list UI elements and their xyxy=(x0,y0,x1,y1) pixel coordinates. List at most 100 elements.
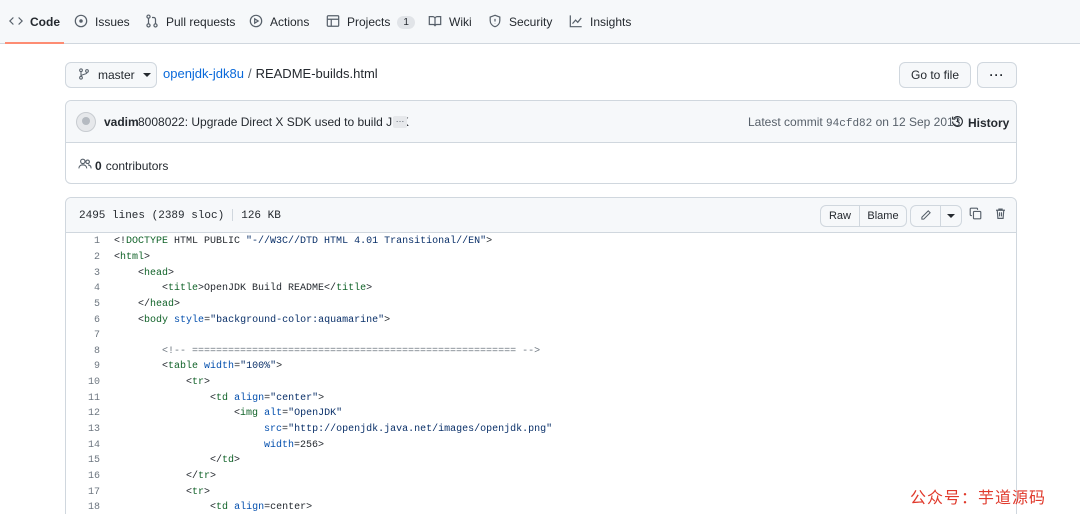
code-line: 16 </tr> xyxy=(66,469,1016,485)
code-text: src="http://openjdk.java.net/images/open… xyxy=(264,424,553,435)
delete-button[interactable] xyxy=(994,207,1008,221)
edit-button[interactable] xyxy=(910,205,941,227)
code-line: 10 <tr> xyxy=(66,375,1016,391)
go-to-file-button[interactable]: Go to file xyxy=(899,62,971,88)
commit-sha[interactable]: 94cfd82 xyxy=(826,118,872,130)
edit-dropdown-button[interactable] xyxy=(940,205,962,227)
contributors-label: contributors xyxy=(105,158,169,173)
line-number[interactable]: 4 xyxy=(66,283,100,294)
breadcrumb-separator: / xyxy=(247,66,252,81)
repo-nav: Code Issues Pull requests Actions Projec… xyxy=(0,0,1080,44)
code-text: <td align=center> xyxy=(114,502,313,514)
line-number[interactable]: 1 xyxy=(66,236,100,247)
tab-code[interactable]: Code xyxy=(5,0,64,44)
latest-commit-info: Latest commit 94cfd82 on 12 Sep 2013 xyxy=(748,115,960,130)
chevron-down-icon xyxy=(142,73,151,77)
code-line: 17 <tr> xyxy=(66,484,1016,500)
line-number[interactable]: 9 xyxy=(66,361,100,372)
line-number[interactable]: 18 xyxy=(66,502,100,513)
tab-actions[interactable]: Actions xyxy=(249,0,309,44)
code-text: <body style="background-color:aquamarine… xyxy=(114,314,391,326)
book-icon xyxy=(428,14,449,31)
code-text: </td> xyxy=(114,455,241,467)
code-text: width=256> xyxy=(264,439,325,451)
line-number[interactable]: 15 xyxy=(66,455,100,466)
line-number[interactable]: 2 xyxy=(66,252,100,263)
file-size: 126 KB xyxy=(241,209,281,222)
tab-label: Actions xyxy=(270,15,310,29)
code-text: <table width="100%"> xyxy=(114,361,283,373)
tab-insights[interactable]: Insights xyxy=(569,0,631,44)
code-view: 1 <!DOCTYPE HTML PUBLIC "-//W3C//DTD HTML… xyxy=(66,234,1016,514)
tab-projects[interactable]: Projects 1 xyxy=(326,0,415,44)
pull-request-icon xyxy=(145,13,166,31)
chevron-down-icon xyxy=(947,214,955,218)
line-number[interactable]: 7 xyxy=(66,330,100,341)
tab-label: Insights xyxy=(590,15,632,29)
file-header: 2495 lines (2389 sloc) 126 KB Raw Blame xyxy=(66,198,1016,233)
contributors-count: 0 xyxy=(95,158,102,173)
commit-box: vadim 8008022: Upgrade Direct X SDK used… xyxy=(65,100,1017,184)
code-text: <html> xyxy=(114,251,151,263)
file-name: README-builds.html xyxy=(255,66,378,81)
line-number[interactable]: 12 xyxy=(66,408,100,419)
history-link[interactable]: History xyxy=(951,115,1009,131)
tab-label: Security xyxy=(509,15,553,29)
code-text: </tr> xyxy=(114,470,217,482)
history-label: History xyxy=(968,116,1010,130)
line-number[interactable]: 17 xyxy=(66,487,100,498)
raw-button[interactable]: Raw xyxy=(820,205,860,227)
tab-label: Code xyxy=(30,15,60,29)
expand-commit-button[interactable]: … xyxy=(393,115,407,128)
code-text: <!DOCTYPE HTML PUBLIC "-//W3C//DTD HTML … xyxy=(114,236,493,248)
line-number[interactable]: 16 xyxy=(66,471,100,482)
breadcrumb: openjdk-jdk8u / README-builds.html xyxy=(163,66,378,81)
file-lines: 2495 lines (2389 sloc) xyxy=(79,209,225,222)
more-options-button[interactable]: ··· xyxy=(977,62,1017,88)
file-box: 2495 lines (2389 sloc) 126 KB Raw Blame 1… xyxy=(65,197,1017,514)
code-text: <!-- ===================================… xyxy=(114,345,541,357)
pencil-icon xyxy=(920,209,932,224)
code-line: 5 </head> xyxy=(66,297,1016,313)
copy-button[interactable] xyxy=(969,207,983,221)
code-text: <tr> xyxy=(114,486,211,498)
code-text: <head> xyxy=(114,267,175,279)
latest-commit-label: Latest commit xyxy=(748,115,823,129)
tab-label: Wiki xyxy=(449,15,472,29)
contributors[interactable]: 0 contributors xyxy=(78,157,168,174)
code-line: 12 <img alt="OpenJDK" xyxy=(66,406,1016,422)
tab-issues[interactable]: Issues xyxy=(74,0,130,44)
code-line: 8 <!-- =================================… xyxy=(66,343,1016,359)
branch-selector[interactable]: master xyxy=(65,62,157,88)
line-number[interactable]: 11 xyxy=(66,393,100,404)
table-icon xyxy=(326,14,347,31)
commit-author[interactable]: vadim xyxy=(104,115,139,129)
blame-button[interactable]: Blame xyxy=(859,205,907,227)
line-number[interactable]: 3 xyxy=(66,268,100,279)
code-line: 15 </td> xyxy=(66,453,1016,469)
code-line: 13 src="http://openjdk.java.net/images/o… xyxy=(66,422,1016,438)
tab-label: Pull requests xyxy=(166,15,236,29)
avatar[interactable] xyxy=(76,112,96,132)
code-text: </head> xyxy=(114,298,181,310)
people-icon xyxy=(78,157,95,174)
tab-pull-requests[interactable]: Pull requests xyxy=(145,0,235,44)
repo-link[interactable]: openjdk-jdk8u xyxy=(163,66,244,81)
tab-wiki[interactable]: Wiki xyxy=(428,0,472,44)
code-text: <title>OpenJDK Build README</title> xyxy=(114,283,373,295)
line-number[interactable]: 5 xyxy=(66,299,100,310)
code-text: <tr> xyxy=(114,377,211,389)
line-number[interactable]: 8 xyxy=(66,346,100,357)
line-number[interactable]: 14 xyxy=(66,440,100,451)
tab-security[interactable]: Security xyxy=(488,0,552,44)
latest-commit-bar: vadim 8008022: Upgrade Direct X SDK used… xyxy=(66,101,1016,143)
line-number[interactable]: 6 xyxy=(66,315,100,326)
line-number[interactable]: 10 xyxy=(66,377,100,388)
divider xyxy=(232,209,234,221)
line-number[interactable]: 13 xyxy=(66,424,100,435)
commit-message[interactable]: 8008022: Upgrade Direct X SDK used to bu… xyxy=(138,115,409,129)
tab-label: Issues xyxy=(95,15,130,29)
branch-name: master xyxy=(98,68,135,82)
code-line: 11 <td align="center"> xyxy=(66,390,1016,406)
code-icon xyxy=(9,14,30,31)
